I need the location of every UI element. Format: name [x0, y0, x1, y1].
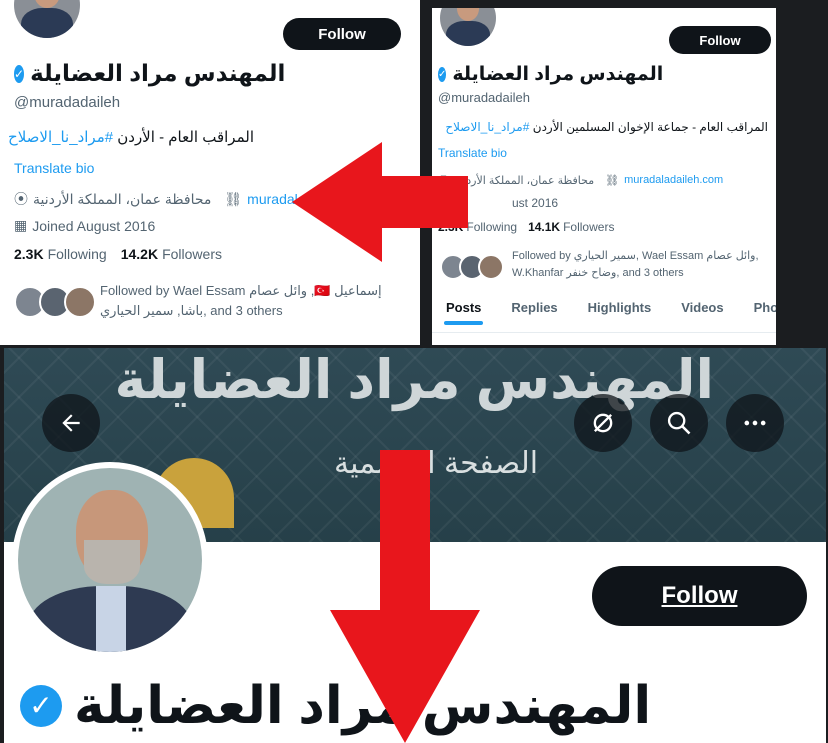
- bio-hashtag[interactable]: #مراد_نا_الاصلاح: [445, 120, 529, 134]
- tab-highlights[interactable]: Highlights: [578, 300, 662, 315]
- followed-by-line2: W.Khanfar وضاح خنفر, and 3 others: [512, 267, 684, 279]
- search-icon: [667, 411, 691, 435]
- joined-text: ust 2016: [512, 196, 559, 210]
- no-notifications-icon: [593, 413, 613, 433]
- following-label[interactable]: Following: [466, 220, 517, 234]
- profile-avatar[interactable]: [14, 0, 80, 38]
- profile-avatar-large[interactable]: [12, 462, 208, 658]
- more-icon: [744, 420, 766, 426]
- display-name-text: المهندس مراد العضايلة: [452, 64, 664, 85]
- calendar-icon: ▦: [14, 217, 28, 233]
- location-text: محافظة عمان، المملكة الأردنية: [33, 190, 212, 207]
- tabs-divider: [432, 332, 776, 333]
- translate-bio-link[interactable]: Translate bio: [14, 160, 94, 176]
- back-arrow-icon: [62, 414, 80, 432]
- follower-avatar: [64, 286, 96, 318]
- verified-icon: ✓: [438, 67, 447, 82]
- followed-by-line1: Followed by Wael Essam وائل عصام ,🇹🇷 إسم…: [100, 283, 382, 298]
- following-count[interactable]: 2.3K: [14, 246, 44, 262]
- location-icon: ⦿: [14, 191, 28, 207]
- bio-hashtag[interactable]: #مراد_نا_الاصلاح: [8, 129, 113, 146]
- tab-photos[interactable]: Photos: [744, 300, 776, 315]
- banner-title: المهندس مراد العضايلة: [114, 350, 715, 410]
- location-row: ⦿ محافظة عمان، المملكة الأردنية ⛓ murada…: [438, 172, 723, 188]
- follow-button[interactable]: Follow: [669, 26, 771, 54]
- location-text: محافظة عمان، المملكة الأردنية: [454, 174, 595, 187]
- search-button[interactable]: [650, 394, 708, 452]
- follower-avatar: [478, 254, 504, 280]
- display-name: المهندس مراد العضايلة ✓: [438, 63, 663, 86]
- bio-text: المراقب العام - جماعة الإخوان المسلمين ا…: [529, 120, 768, 134]
- followers-you-know-avatars[interactable]: [14, 286, 96, 318]
- link-icon: ⛓: [605, 174, 620, 187]
- follow-button-large[interactable]: Follow: [592, 566, 807, 626]
- left-arrow-annotation: [292, 142, 468, 262]
- followed-by-line2: باشا, سمير الحياري, and 3 others: [100, 303, 283, 318]
- tab-replies[interactable]: Replies: [501, 300, 567, 315]
- followed-by-text[interactable]: Followed by Wael Essam وائل عصام ,🇹🇷 إسم…: [100, 281, 382, 321]
- user-handle: @muradadaileh: [438, 90, 530, 105]
- notifications-off-button[interactable]: [574, 394, 632, 452]
- bio: المراقب العام - جماعة الإخوان المسلمين ا…: [438, 120, 768, 134]
- website-link[interactable]: muradaladaileh.com: [624, 174, 723, 186]
- display-name: المهندس مراد العضايلة ✓: [14, 60, 285, 87]
- follow-label: Follow: [661, 582, 738, 609]
- followed-by-text[interactable]: Followed by سمير الحياري, Wael Essam وائ…: [512, 248, 759, 282]
- follow-stats: 2.3K Following 14.2K Followers: [14, 246, 222, 262]
- tab-posts[interactable]: Posts: [436, 300, 491, 325]
- more-button[interactable]: [726, 394, 784, 452]
- link-icon: ⛓: [224, 190, 243, 207]
- back-button[interactable]: [42, 394, 100, 452]
- followers-count[interactable]: 14.1K: [528, 220, 560, 234]
- followed-by-line1: Followed by سمير الحياري, Wael Essam وائ…: [512, 250, 759, 262]
- tab-videos[interactable]: Videos: [671, 300, 733, 315]
- bio-text: المراقب العام - الأردن: [113, 129, 254, 146]
- joined-row: ▦ Joined August 2016: [14, 217, 155, 234]
- follow-button[interactable]: Follow: [283, 18, 401, 50]
- bio: المراقب العام - الأردن #مراد_نا_الاصلاح: [8, 128, 254, 146]
- location-row: ⦿ محافظة عمان، المملكة الأردنية ⛓ murada…: [14, 189, 327, 209]
- profile-tabs: Posts Replies Highlights Videos Photos: [436, 300, 776, 325]
- followers-count[interactable]: 14.2K: [121, 246, 158, 262]
- profile-panel-right: Follow المهندس مراد العضايلة ✓ @muradada…: [432, 8, 776, 345]
- display-name-text: المهندس مراد العضايلة: [30, 60, 286, 86]
- profile-avatar[interactable]: [440, 8, 496, 46]
- followers-label[interactable]: Followers: [162, 246, 222, 262]
- user-handle: @muradadaileh: [14, 94, 121, 111]
- following-label[interactable]: Following: [48, 246, 107, 262]
- joined-row: ust 2016: [512, 196, 558, 210]
- verified-icon: ✓: [14, 64, 25, 83]
- verified-icon: ✓: [20, 685, 62, 727]
- joined-text: Joined August 2016: [32, 217, 156, 234]
- down-arrow-annotation: [330, 450, 480, 743]
- followers-label[interactable]: Followers: [563, 220, 614, 234]
